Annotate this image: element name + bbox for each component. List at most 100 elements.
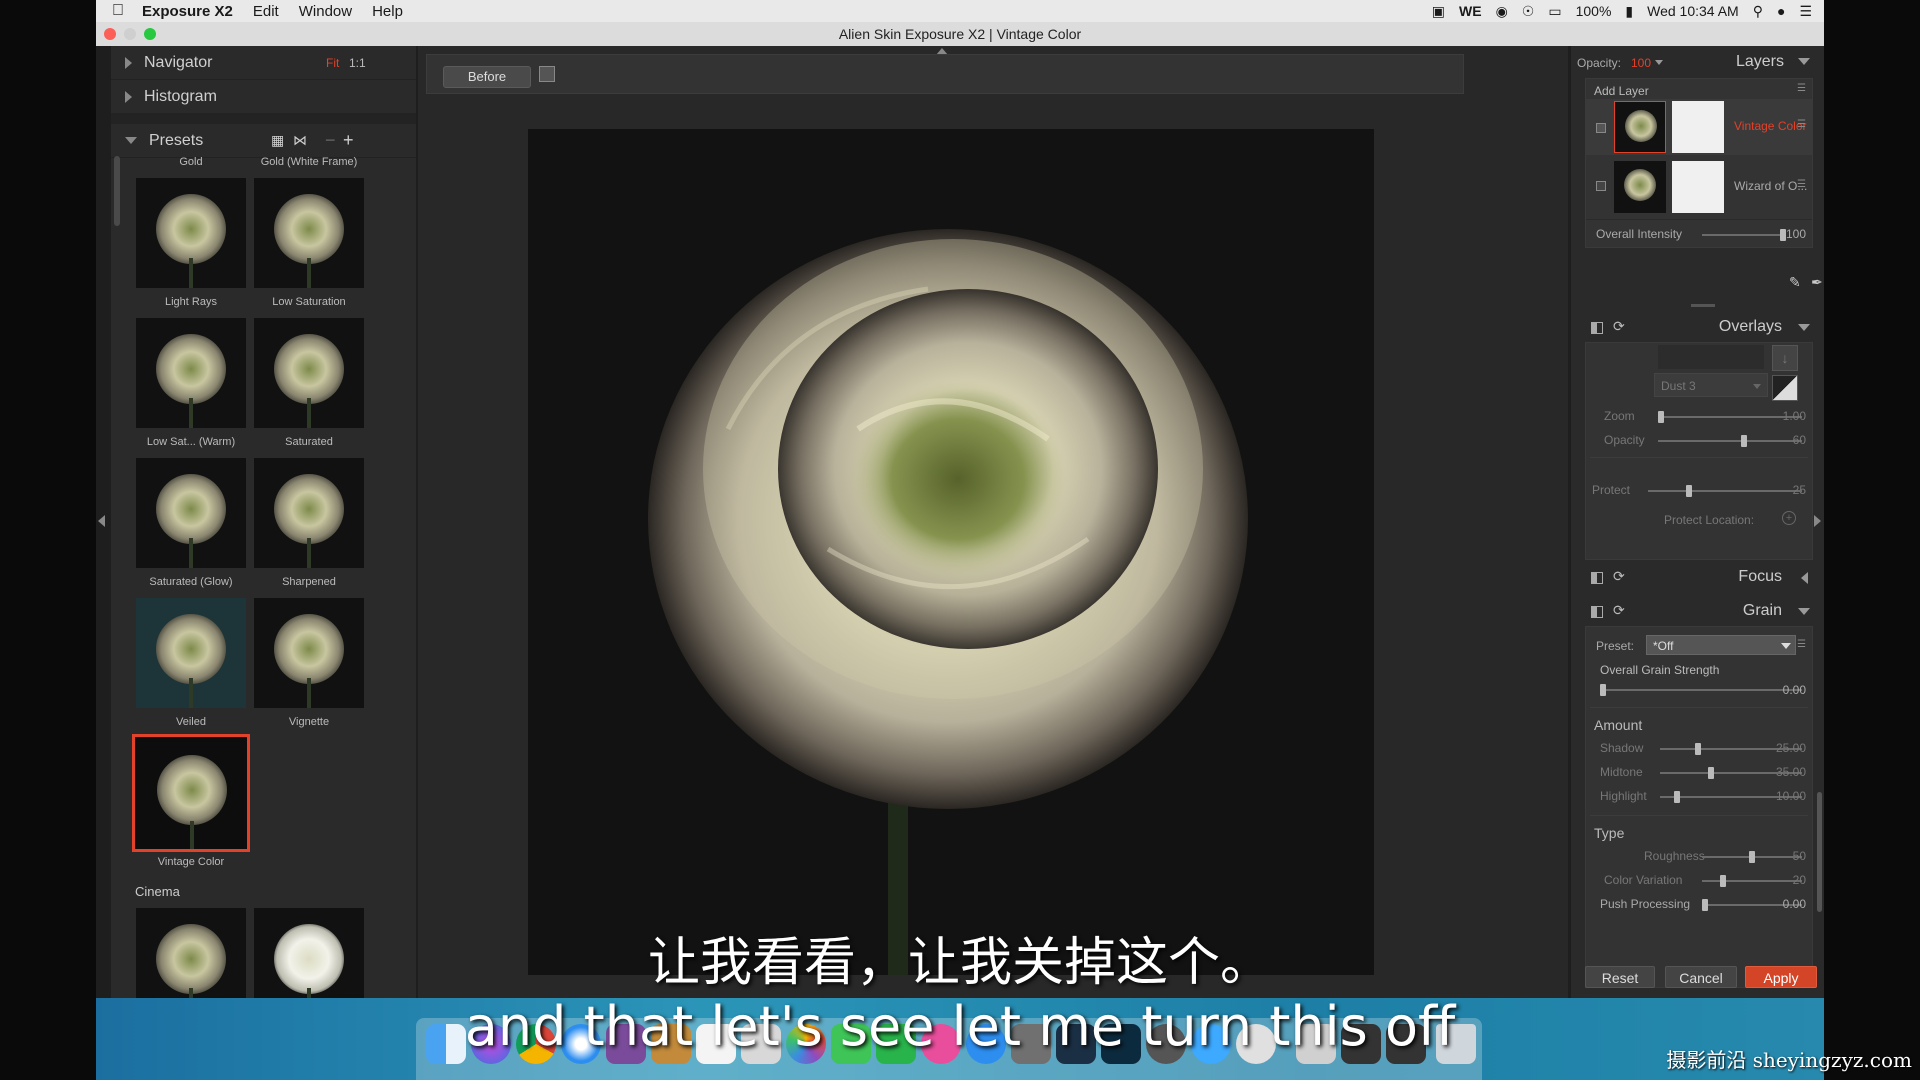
battery-icon[interactable]: ▮ xyxy=(1625,3,1633,20)
focus-expand-icon[interactable] xyxy=(1801,572,1808,584)
zoom-value[interactable]: 1.00 xyxy=(1766,409,1806,423)
slider-knob[interactable] xyxy=(1695,743,1701,755)
layer-visibility-toggle[interactable] xyxy=(1596,181,1606,191)
expand-arrow-icon[interactable] xyxy=(125,56,132,69)
slider-knob[interactable] xyxy=(1749,851,1755,863)
highlight-value[interactable]: 10.00 xyxy=(1766,789,1806,803)
focus-title[interactable]: Focus xyxy=(1738,568,1782,586)
overlays-title[interactable]: Overlays xyxy=(1719,318,1782,336)
overlays-collapse-icon[interactable] xyxy=(1798,324,1810,331)
menu-window[interactable]: Window xyxy=(289,3,362,20)
presets-header[interactable]: Presets ▦ ⋈ − + xyxy=(111,124,416,158)
remove-preset-icon[interactable]: − xyxy=(325,130,336,151)
layer-name[interactable]: Vintage Color xyxy=(1734,119,1807,133)
grain-collapse-icon[interactable] xyxy=(1798,608,1810,615)
preset-thumb[interactable] xyxy=(254,458,364,568)
expand-arrow-icon[interactable] xyxy=(125,90,132,103)
histogram-section[interactable]: Histogram xyxy=(111,80,416,114)
before-button[interactable]: Before xyxy=(443,66,531,88)
clock[interactable]: Wed 10:34 AM xyxy=(1647,3,1739,19)
grain-preset-select[interactable]: *Off xyxy=(1646,635,1796,655)
menu-edit[interactable]: Edit xyxy=(243,3,289,20)
overall-intensity-value[interactable]: 100 xyxy=(1766,227,1806,241)
airplay-icon[interactable]: ▭ xyxy=(1548,3,1561,20)
wechat-icon[interactable]: WE xyxy=(1459,3,1482,19)
slider-knob[interactable] xyxy=(1720,875,1726,887)
dropdown-arrow-icon[interactable] xyxy=(1753,384,1761,389)
push-processing-value[interactable]: 0.00 xyxy=(1766,897,1806,911)
overlay-select[interactable]: Dust 3 xyxy=(1654,373,1768,397)
paint-icon[interactable]: ✒ xyxy=(1811,274,1823,291)
opacity-value[interactable]: 100 xyxy=(1631,56,1651,70)
layer-mask-thumb[interactable] xyxy=(1672,101,1724,153)
grain-preset-menu-icon[interactable]: ☰ xyxy=(1797,639,1806,650)
compact-view-icon[interactable]: ⋈ xyxy=(293,132,307,149)
focus-toggle-icon[interactable] xyxy=(1591,572,1603,584)
overlays-toggle-icon[interactable] xyxy=(1591,322,1603,334)
cc-icon[interactable]: ◉ xyxy=(1496,3,1508,20)
siri-icon[interactable]: ● xyxy=(1777,3,1785,19)
overlay-invert-button[interactable] xyxy=(1772,375,1798,401)
category-cinema[interactable]: Cinema xyxy=(131,884,180,899)
layer-options-icon[interactable]: ☰ xyxy=(1797,119,1806,130)
preset-thumb[interactable] xyxy=(136,178,246,288)
layer-row[interactable]: Vintage Color ☰ xyxy=(1586,99,1812,155)
protect-value[interactable]: 25 xyxy=(1766,483,1806,497)
layers-title[interactable]: Layers xyxy=(1736,53,1784,71)
add-layer-button[interactable]: Add Layer xyxy=(1594,84,1649,98)
layer-menu-icon[interactable]: ☰ xyxy=(1797,83,1806,94)
grid-view-icon[interactable]: ▦ xyxy=(271,132,284,149)
slider-knob[interactable] xyxy=(1600,684,1606,696)
grain-reset-icon[interactable]: ⟳ xyxy=(1613,602,1625,619)
menu-help[interactable]: Help xyxy=(362,3,413,20)
spotlight-icon[interactable]: ⚲ xyxy=(1753,3,1763,20)
add-preset-icon[interactable]: + xyxy=(343,130,354,151)
fit-button[interactable]: Fit xyxy=(326,56,339,70)
brush-icon[interactable]: ✎ xyxy=(1789,274,1801,291)
preset-thumb[interactable] xyxy=(136,318,246,428)
preset-thumb-selected[interactable] xyxy=(132,734,250,852)
slider-knob[interactable] xyxy=(1658,411,1664,423)
focus-reset-icon[interactable]: ⟳ xyxy=(1613,568,1625,585)
app-menu[interactable]: Exposure X2 xyxy=(134,3,243,20)
panel-splitter[interactable] xyxy=(1691,304,1715,307)
section-divider[interactable] xyxy=(111,114,416,124)
preset-scrollbar[interactable] xyxy=(114,156,120,226)
slider-knob[interactable] xyxy=(1708,767,1714,779)
collapse-arrow-icon[interactable] xyxy=(125,137,137,144)
left-collapse-arrow-icon[interactable] xyxy=(98,515,105,527)
close-button[interactable] xyxy=(104,28,116,40)
minimize-button[interactable] xyxy=(124,28,136,40)
navigator-section[interactable]: Navigator Fit 1:1 xyxy=(111,46,416,80)
add-location-icon[interactable]: + xyxy=(1782,511,1796,525)
notification-icon[interactable]: ☰ xyxy=(1799,3,1812,20)
preset-thumb[interactable] xyxy=(136,458,246,568)
compare-layout-icon[interactable] xyxy=(539,66,555,82)
shadow-value[interactable]: 25.00 xyxy=(1766,741,1806,755)
roughness-value[interactable]: 50 xyxy=(1766,849,1806,863)
layer-row[interactable]: Wizard of O... ☰ xyxy=(1586,159,1812,215)
layers-menu-icon[interactable] xyxy=(1798,58,1810,65)
slider-knob[interactable] xyxy=(1686,485,1692,497)
layer-visibility-toggle[interactable] xyxy=(1596,123,1606,133)
one-to-one-button[interactable]: 1:1 xyxy=(349,56,366,70)
layer-options-icon[interactable]: ☰ xyxy=(1797,179,1806,190)
image-canvas[interactable] xyxy=(528,129,1374,975)
zoom-button[interactable] xyxy=(144,28,156,40)
preset-thumb[interactable] xyxy=(254,598,364,708)
ogs-value[interactable]: 0.00 xyxy=(1766,683,1806,697)
opacity-dropdown-icon[interactable] xyxy=(1655,60,1663,65)
overlay-down-button[interactable]: ↓ xyxy=(1772,345,1798,371)
layer-mask-thumb[interactable] xyxy=(1672,161,1724,213)
preset-thumb[interactable] xyxy=(136,598,246,708)
slider-knob[interactable] xyxy=(1741,435,1747,447)
opacity-slider-value[interactable]: 60 xyxy=(1766,433,1806,447)
slider-knob[interactable] xyxy=(1674,791,1680,803)
preset-thumb[interactable] xyxy=(254,318,364,428)
screen-record-icon[interactable]: ▣ xyxy=(1432,3,1445,20)
color-variation-value[interactable]: 20 xyxy=(1766,873,1806,887)
preset-thumb[interactable] xyxy=(254,178,364,288)
slider-knob[interactable] xyxy=(1702,899,1708,911)
midtone-value[interactable]: 35.00 xyxy=(1766,765,1806,779)
apple-icon[interactable]:  xyxy=(96,2,134,20)
